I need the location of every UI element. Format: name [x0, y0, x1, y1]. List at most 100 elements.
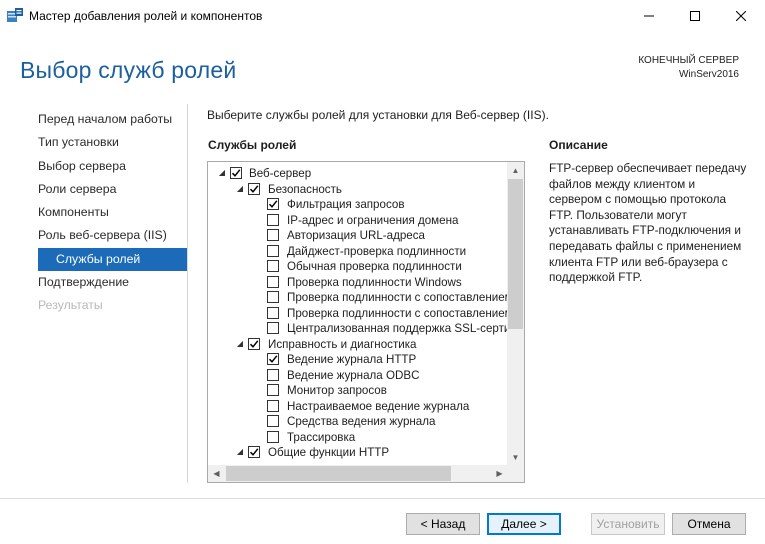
tree-item[interactable]: Монитор запросов [208, 383, 508, 399]
tree-item-label: Централизованная поддержка SSL-серти [287, 322, 511, 335]
nav-divider [187, 104, 188, 483]
nav-step-web-server-role[interactable]: Роль веб-сервера (IIS) [24, 224, 188, 247]
tree-item-label: Трассировка [287, 430, 356, 444]
maximize-icon [690, 10, 700, 21]
tree-item[interactable]: IP-адрес и ограничения домена [208, 213, 508, 229]
tree-item-checkbox[interactable] [267, 415, 279, 427]
scroll-right-icon[interactable]: ▶ [491, 465, 508, 482]
description-text: FTP-сервер обеспечивает передачу файлов … [549, 161, 747, 285]
tree-item-label: Проверка подлинности с сопоставлением [287, 291, 513, 304]
tree-item-checkbox[interactable] [267, 229, 279, 241]
horizontal-scroll-thumb[interactable] [226, 466, 451, 481]
checkmark-icon [249, 339, 259, 348]
tree-item-checkbox[interactable] [267, 244, 279, 257]
triangle-expand-icon[interactable]: ◢ [217, 168, 227, 178]
install-button: Установить [591, 513, 665, 535]
tree-item-checkbox[interactable] [248, 446, 260, 458]
tree-item-checkbox[interactable] [267, 384, 279, 396]
tree-item[interactable]: Трассировка [208, 430, 508, 446]
nav-step-confirmation[interactable]: Подтверждение [24, 271, 188, 294]
tree-item-checkbox[interactable] [267, 213, 279, 226]
wizard-steps-nav: Перед началом работы Тип установки Выбор… [24, 108, 188, 318]
destination-server-label: КОНЕЧНЫЙ СЕРВЕР [638, 55, 739, 66]
scroll-up-icon[interactable]: ▲ [507, 162, 524, 179]
tree-item-checkbox[interactable] [267, 198, 279, 210]
maximize-button[interactable] [672, 0, 718, 31]
tree-item-label: Монитор запросов [287, 384, 387, 397]
tree-item[interactable]: ◢ Общие функции HTTP [208, 445, 508, 461]
tree-item-label: Проверка подлинности Windows [287, 275, 462, 289]
tree-item[interactable]: Централизованная поддержка SSL-серти [208, 321, 511, 337]
tree-item-label: Ведение журнала HTTP [287, 353, 417, 366]
tree-item-checkbox[interactable] [267, 399, 279, 412]
role-services-heading: Службы ролей [208, 138, 297, 152]
vertical-scrollbar[interactable]: ▲ ▼ [507, 162, 524, 466]
triangle-expand-icon[interactable]: ◢ [235, 184, 245, 194]
tree-item-checkbox[interactable] [267, 260, 279, 272]
server-manager-icon [7, 8, 23, 22]
tree-item[interactable]: ◢ Безопасность [208, 182, 508, 198]
tree-item[interactable]: Обычная проверка подлинности [208, 259, 508, 275]
tree-item[interactable]: Ведение журнала HTTP [208, 352, 508, 368]
tree-item-label: Общие функции HTTP [268, 446, 390, 459]
scrollbar-corner [507, 465, 524, 482]
window-title: Мастер добавления ролей и компонентов [29, 9, 263, 23]
tree-item-label: Исправность и диагностика [268, 337, 417, 351]
scroll-left-icon[interactable]: ◀ [208, 465, 225, 482]
nav-step-features[interactable]: Компоненты [24, 201, 188, 224]
tree-item-checkbox[interactable] [230, 167, 242, 179]
close-button[interactable] [718, 0, 764, 31]
tree-item-label: Веб-сервер [249, 167, 312, 180]
tree-item-checkbox[interactable] [267, 430, 279, 443]
window-titlebar: Мастер добавления ролей и компонентов [0, 0, 765, 31]
role-services-tree[interactable]: ◢ Веб-сервер ◢ Безопасность Фильтрация запро… [207, 161, 525, 483]
destination-server: КОНЕЧНЫЙ СЕРВЕР WinServ2016 [638, 54, 739, 82]
tree-item-checkbox[interactable] [267, 306, 279, 319]
tree-item-checkbox[interactable] [267, 291, 279, 303]
horizontal-scrollbar[interactable]: ◀ ▶ [208, 465, 508, 482]
close-icon [736, 10, 746, 21]
description-heading: Описание [549, 138, 608, 152]
tree-item[interactable]: ◢ Веб-сервер [208, 166, 508, 182]
tree-item[interactable]: Проверка подлинности Windows [208, 275, 508, 291]
page-title: Выбор служб ролей [20, 57, 237, 83]
wizard-footer: < Назад Далее > Установить Отмена [0, 499, 765, 544]
nav-step-server-selection[interactable]: Выбор сервера [24, 155, 188, 178]
tree-item[interactable]: Проверка подлинности с сопоставлением [208, 290, 513, 306]
checkmark-icon [268, 355, 278, 363]
tree-item-label: Ведение журнала ODBC [287, 368, 420, 382]
tree-item[interactable]: Настраиваемое ведение журнала [208, 399, 508, 415]
nav-step-results: Результаты [38, 298, 103, 313]
nav-step-before-you-begin[interactable]: Перед началом работы [24, 108, 188, 131]
tree-item[interactable]: Ведение журнала ODBC [208, 368, 508, 384]
tree-item[interactable]: ◢ Исправность и диагностика [208, 337, 508, 353]
tree-item-checkbox[interactable] [267, 353, 279, 365]
tree-item-checkbox[interactable] [248, 182, 260, 195]
tree-item[interactable]: Проверка подлинности с сопоставлением [208, 306, 513, 322]
tree-item[interactable]: Средства ведения журнала [208, 414, 508, 430]
back-button[interactable]: < Назад [406, 513, 480, 535]
nav-step-installation-type[interactable]: Тип установки [24, 131, 188, 154]
tree-item-label: Фильтрация запросов [287, 198, 405, 211]
scroll-down-icon[interactable]: ▼ [507, 449, 524, 466]
cancel-button[interactable]: Отмена [672, 513, 746, 535]
triangle-expand-icon[interactable]: ◢ [235, 447, 245, 457]
tree-item-checkbox[interactable] [267, 322, 279, 334]
nav-step-role-services[interactable]: Службы ролей [38, 247, 188, 272]
tree-item-label: IP-адрес и ограничения домена [287, 213, 459, 227]
nav-step-server-roles[interactable]: Роли сервера [24, 178, 188, 201]
tree-item[interactable]: Авторизация URL-адреса [208, 228, 508, 244]
minimize-button[interactable] [626, 0, 672, 31]
tree-item-checkbox[interactable] [248, 337, 260, 350]
next-button[interactable]: Далее > [487, 513, 561, 535]
destination-server-name: WinServ2016 [678, 69, 739, 80]
vertical-scroll-thumb[interactable] [508, 179, 523, 329]
checkmark-icon [249, 448, 259, 456]
tree-item[interactable]: Фильтрация запросов [208, 197, 508, 213]
tree-item-checkbox[interactable] [267, 368, 279, 381]
tree-item[interactable]: Дайджест-проверка подлинности [208, 244, 508, 260]
tree-item-label: Обычная проверка подлинности [287, 260, 462, 273]
minimize-icon [644, 15, 654, 16]
triangle-expand-icon[interactable]: ◢ [235, 339, 245, 349]
tree-item-checkbox[interactable] [267, 275, 279, 288]
